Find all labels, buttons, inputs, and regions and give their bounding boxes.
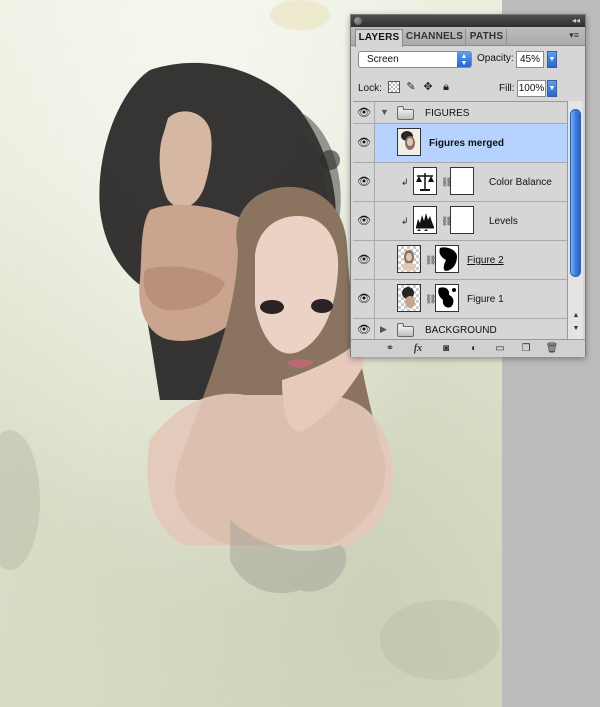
layer-name: Levels [489,216,518,227]
layer-name: Figure 2 [467,255,504,266]
tab-channels[interactable]: CHANNELS [404,29,466,46]
eye-icon: 👁︎ [357,254,371,266]
mask-link-icon[interactable]: ⛓ [441,216,452,227]
trash-icon[interactable]: 🗑︎ [543,342,561,355]
visibility-toggle[interactable]: 👁︎ [353,124,375,162]
layer-thumbnail [397,245,421,273]
fill-label: Fill: [499,83,515,94]
opacity-label: Opacity: [477,53,514,64]
new-layer-icon[interactable]: ❐ [517,342,535,355]
panel-tab-row: LAYERS CHANNELS PATHS ▾≡ [351,27,585,47]
eye-icon: 👁︎ [357,107,371,119]
lock-label: Lock: [358,83,382,94]
eye-icon: 👁︎ [357,215,371,227]
eye-icon: 👁︎ [357,176,371,188]
mask-link-icon[interactable]: ⛓ [425,294,436,305]
folder-icon [397,323,414,337]
select-arrows-icon: ▲ ▼ [457,52,471,67]
scroll-down-icon[interactable]: ▼ [570,325,582,332]
layer-mask-thumbnail[interactable] [435,245,459,273]
layer-name: FIGURES [425,108,470,119]
layer-row-background-group[interactable]: 👁︎ ▶ BACKGROUND [353,319,567,339]
panel-menu-icon[interactable]: ▾≡ [569,27,579,44]
scroll-up-icon[interactable]: ▲ [570,312,582,319]
link-icon[interactable]: ⚭ [381,342,399,355]
layer-thumbnail [397,284,421,312]
add-mask-icon[interactable]: ◙ [437,342,455,355]
layer-row-figures-group[interactable]: 👁︎ ▼ FIGURES [353,102,567,124]
mask-link-icon[interactable]: ⛓ [441,177,452,188]
adjustment-layer-icon[interactable]: ◐ [465,342,483,355]
visibility-toggle[interactable]: 👁︎ [353,202,375,240]
lock-all-icon[interactable]: 🔒︎ [440,81,452,93]
layers-panel: ◂◂ LAYERS CHANNELS PATHS ▾≡ Screen ▲ ▼ Op… [350,14,586,357]
collapse-icon[interactable]: ◂◂ [572,15,580,27]
layer-list-scrollbar[interactable]: ▲ ▼ [567,101,583,339]
lock-paint-brush-icon[interactable]: ✎ [405,81,417,93]
visibility-toggle[interactable]: 👁︎ [353,241,375,279]
close-icon[interactable] [354,17,362,25]
layer-name: Figures merged [429,138,505,149]
folder-icon [397,106,414,120]
lock-position-icon[interactable]: ✥ [422,81,434,93]
tab-layers[interactable]: LAYERS [355,29,403,47]
layer-row-levels[interactable]: 👁︎ ↲ ⛓ Levels [353,202,567,241]
opacity-dropdown-button[interactable]: ▼ [547,51,557,68]
blend-mode-select[interactable]: Screen ▲ ▼ [358,51,472,68]
histogram-icon [413,206,437,234]
layer-name: Color Balance [489,177,552,188]
layer-mask-thumbnail[interactable] [450,206,474,234]
panel-footer: ⚭ fx ◙ ◐ ▭ ❐ 🗑︎ [351,339,585,357]
scroll-thumb[interactable] [570,109,581,277]
expanded-arrow-icon[interactable]: ▼ [380,107,389,117]
tab-paths[interactable]: PATHS [467,29,507,46]
eye-icon: 👁︎ [357,137,371,149]
scales-icon [413,167,437,195]
panel-titlebar[interactable]: ◂◂ [351,15,585,27]
layer-row-color-balance[interactable]: 👁︎ ↲ ⛓ Color Balance [353,163,567,202]
layer-name: BACKGROUND [425,325,497,336]
layer-thumbnail [397,128,421,156]
mask-link-icon[interactable]: ⛓ [425,255,436,266]
clipping-arrow-icon: ↲ [401,177,409,187]
fx-icon[interactable]: fx [409,342,427,355]
opacity-input[interactable]: 45% [516,51,544,68]
visibility-toggle[interactable]: 👁︎ [353,102,375,123]
lock-transparency-icon[interactable] [388,81,400,93]
layer-list: 👁︎ ▼ FIGURES 👁︎ Figures merged 👁︎ ↲ ⛓ Co… [353,101,567,339]
visibility-toggle[interactable]: 👁︎ [353,280,375,318]
visibility-toggle[interactable]: 👁︎ [353,163,375,201]
clipping-arrow-icon: ↲ [401,216,409,226]
eye-icon: 👁︎ [357,324,371,336]
fill-input[interactable]: 100% [517,80,546,97]
collapsed-arrow-icon[interactable]: ▶ [380,324,387,335]
eye-icon: 👁︎ [357,293,371,305]
layer-name: Figure 1 [467,294,504,305]
new-group-icon[interactable]: ▭ [491,342,509,355]
layer-mask-thumbnail[interactable] [450,167,474,195]
layer-row-figures-merged[interactable]: 👁︎ Figures merged [353,124,567,163]
fill-dropdown-button[interactable]: ▼ [547,80,557,97]
layer-row-figure-1[interactable]: 👁︎ ⛓ Figure 1 [353,280,567,319]
blend-mode-value: Screen [367,54,399,65]
layer-mask-thumbnail[interactable] [435,284,459,312]
layer-row-figure-2[interactable]: 👁︎ ⛓ Figure 2 [353,241,567,280]
visibility-toggle[interactable]: 👁︎ [353,319,375,339]
